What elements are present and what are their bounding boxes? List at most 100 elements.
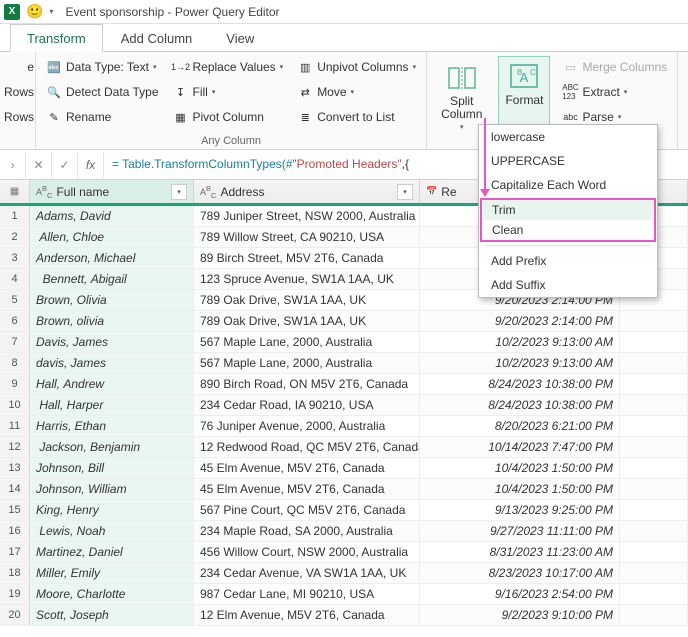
detect-data-type-button[interactable]: 🔍Detect Data Type (44, 81, 161, 103)
smiley-icon[interactable]: 🙂 (26, 3, 43, 20)
cell-last[interactable] (620, 332, 688, 352)
tab-add-column[interactable]: Add Column (105, 25, 209, 51)
cell-last[interactable] (620, 437, 688, 457)
cell-address[interactable]: 76 Juniper Avenue, 2000, Australia (194, 416, 420, 436)
cell-last[interactable] (620, 563, 688, 583)
row-number[interactable]: 19 (0, 584, 30, 604)
cell-date[interactable]: 8/31/2023 11:23:00 AM (420, 542, 620, 562)
cell-full-name[interactable]: Jackson, Benjamin (30, 437, 194, 457)
cell-date[interactable]: 8/20/2023 6:21:00 PM (420, 416, 620, 436)
menu-capitalize[interactable]: Capitalize Each Word (479, 173, 657, 197)
table-row[interactable]: 12 Jackson, Benjamin12 Redwood Road, QC … (0, 437, 688, 458)
menu-add-suffix[interactable]: Add Suffix (479, 273, 657, 297)
table-row[interactable]: 9Hall, Andrew890 Birch Road, ON M5V 2T6,… (0, 374, 688, 395)
cell-date[interactable]: 9/27/2023 11:11:00 PM (420, 521, 620, 541)
cell-address[interactable]: 789 Willow Street, CA 90210, USA (194, 227, 420, 247)
cell-last[interactable] (620, 500, 688, 520)
cell-address[interactable]: 89 Birch Street, M5V 2T6, Canada (194, 248, 420, 268)
menu-clean[interactable]: Clean (482, 220, 654, 240)
cell-full-name[interactable]: King, Henry (30, 500, 194, 520)
cell-last[interactable] (620, 605, 688, 625)
row-number[interactable]: 4 (0, 269, 30, 289)
cell-address[interactable]: 987 Cedar Lane, MI 90210, USA (194, 584, 420, 604)
cell-full-name[interactable]: Hall, Harper (30, 395, 194, 415)
table-row[interactable]: 8davis, James567 Maple Lane, 2000, Austr… (0, 353, 688, 374)
move-button[interactable]: ⇄Move▾ (295, 81, 418, 103)
cell-date[interactable]: 10/14/2023 7:47:00 PM (420, 437, 620, 457)
column-header-address[interactable]: ABC Address ▾ (194, 180, 420, 203)
cell-last[interactable] (620, 353, 688, 373)
formula-cancel-button[interactable]: ✕ (26, 152, 52, 178)
table-row[interactable]: 6Brown, olivia789 Oak Drive, SW1A 1AA, U… (0, 311, 688, 332)
pivot-column-button[interactable]: ▦Pivot Column (171, 106, 286, 128)
menu-lowercase[interactable]: lowercase (479, 125, 657, 149)
row-number[interactable]: 8 (0, 353, 30, 373)
row-number[interactable]: 2 (0, 227, 30, 247)
cell-last[interactable] (620, 521, 688, 541)
cell-address[interactable]: 234 Cedar Avenue, VA SW1A 1AA, UK (194, 563, 420, 583)
cell-address[interactable]: 45 Elm Avenue, M5V 2T6, Canada (194, 458, 420, 478)
cell-address[interactable]: 123 Spruce Avenue, SW1A 1AA, UK (194, 269, 420, 289)
cell-date[interactable]: 10/2/2023 9:13:00 AM (420, 353, 620, 373)
cell-date[interactable]: 8/24/2023 10:38:00 PM (420, 374, 620, 394)
row-number[interactable]: 3 (0, 248, 30, 268)
cell-full-name[interactable]: Bennett, Abigail (30, 269, 194, 289)
table-row[interactable]: 18Miller, Emily234 Cedar Avenue, VA SW1A… (0, 563, 688, 584)
cell-full-name[interactable]: Scott, Joseph (30, 605, 194, 625)
row-number[interactable]: 13 (0, 458, 30, 478)
cell-last[interactable] (620, 458, 688, 478)
cell-full-name[interactable]: Johnson, William (30, 479, 194, 499)
row-number[interactable]: 12 (0, 437, 30, 457)
extract-button[interactable]: ABC123Extract▾ (560, 81, 669, 103)
cell-address[interactable]: 890 Birch Road, ON M5V 2T6, Canada (194, 374, 420, 394)
table-row[interactable]: 7Davis, James567 Maple Lane, 2000, Austr… (0, 332, 688, 353)
row-number[interactable]: 16 (0, 521, 30, 541)
table-row[interactable]: 14Johnson, William45 Elm Avenue, M5V 2T6… (0, 479, 688, 500)
cell-date[interactable]: 9/20/2023 2:14:00 PM (420, 311, 620, 331)
table-row[interactable]: 19Moore, Charlotte987 Cedar Lane, MI 902… (0, 584, 688, 605)
column-filter-icon[interactable]: ▾ (397, 184, 413, 200)
table-row[interactable]: 15King, Henry567 Pine Court, QC M5V 2T6,… (0, 500, 688, 521)
cell-address[interactable]: 789 Oak Drive, SW1A 1AA, UK (194, 290, 420, 310)
row-number[interactable]: 15 (0, 500, 30, 520)
cell-full-name[interactable]: Lewis, Noah (30, 521, 194, 541)
row-number[interactable]: 9 (0, 374, 30, 394)
convert-to-list-button[interactable]: ≣Convert to List (295, 106, 418, 128)
cell-address[interactable]: 234 Maple Road, SA 2000, Australia (194, 521, 420, 541)
cell-address[interactable]: 789 Juniper Street, NSW 2000, Australia (194, 206, 420, 226)
cell-address[interactable]: 234 Cedar Road, IA 90210, USA (194, 395, 420, 415)
row-number[interactable]: 5 (0, 290, 30, 310)
column-filter-icon[interactable]: ▾ (171, 184, 187, 200)
row-number[interactable]: 18 (0, 563, 30, 583)
cell-full-name[interactable]: Brown, Olivia (30, 290, 194, 310)
fx-icon[interactable]: fx (78, 152, 104, 178)
row-number[interactable]: 6 (0, 311, 30, 331)
cell-last[interactable] (620, 584, 688, 604)
cell-full-name[interactable]: Allen, Chloe (30, 227, 194, 247)
cell-last[interactable] (620, 311, 688, 331)
tab-transform[interactable]: Transform (10, 24, 103, 52)
cell-full-name[interactable]: Miller, Emily (30, 563, 194, 583)
menu-uppercase[interactable]: UPPERCASE (479, 149, 657, 173)
table-row[interactable]: 16 Lewis, Noah234 Maple Road, SA 2000, A… (0, 521, 688, 542)
cell-date[interactable]: 9/2/2023 9:10:00 PM (420, 605, 620, 625)
row-number[interactable]: 17 (0, 542, 30, 562)
row-number[interactable]: 14 (0, 479, 30, 499)
cell-date[interactable]: 9/13/2023 9:25:00 PM (420, 500, 620, 520)
table-row[interactable]: 10 Hall, Harper234 Cedar Road, IA 90210,… (0, 395, 688, 416)
select-all-corner[interactable]: ▦ (0, 180, 30, 203)
unpivot-columns-button[interactable]: ▥Unpivot Columns▾ (295, 56, 418, 78)
row-number[interactable]: 10 (0, 395, 30, 415)
cell-full-name[interactable]: Davis, James (30, 332, 194, 352)
table-row[interactable]: 20Scott, Joseph12 Elm Avenue, M5V 2T6, C… (0, 605, 688, 626)
menu-trim[interactable]: Trim (482, 200, 654, 220)
row-number[interactable]: 7 (0, 332, 30, 352)
formula-expand-button[interactable]: › (0, 152, 26, 178)
rename-button[interactable]: ✎Rename (44, 106, 161, 128)
cell-full-name[interactable]: Brown, olivia (30, 311, 194, 331)
use-first-row-button[interactable]: e (2, 56, 36, 78)
menu-add-prefix[interactable]: Add Prefix (479, 249, 657, 273)
cell-full-name[interactable]: Moore, Charlotte (30, 584, 194, 604)
replace-values-button[interactable]: 1→2Replace Values▾ (171, 56, 286, 78)
cell-last[interactable] (620, 542, 688, 562)
